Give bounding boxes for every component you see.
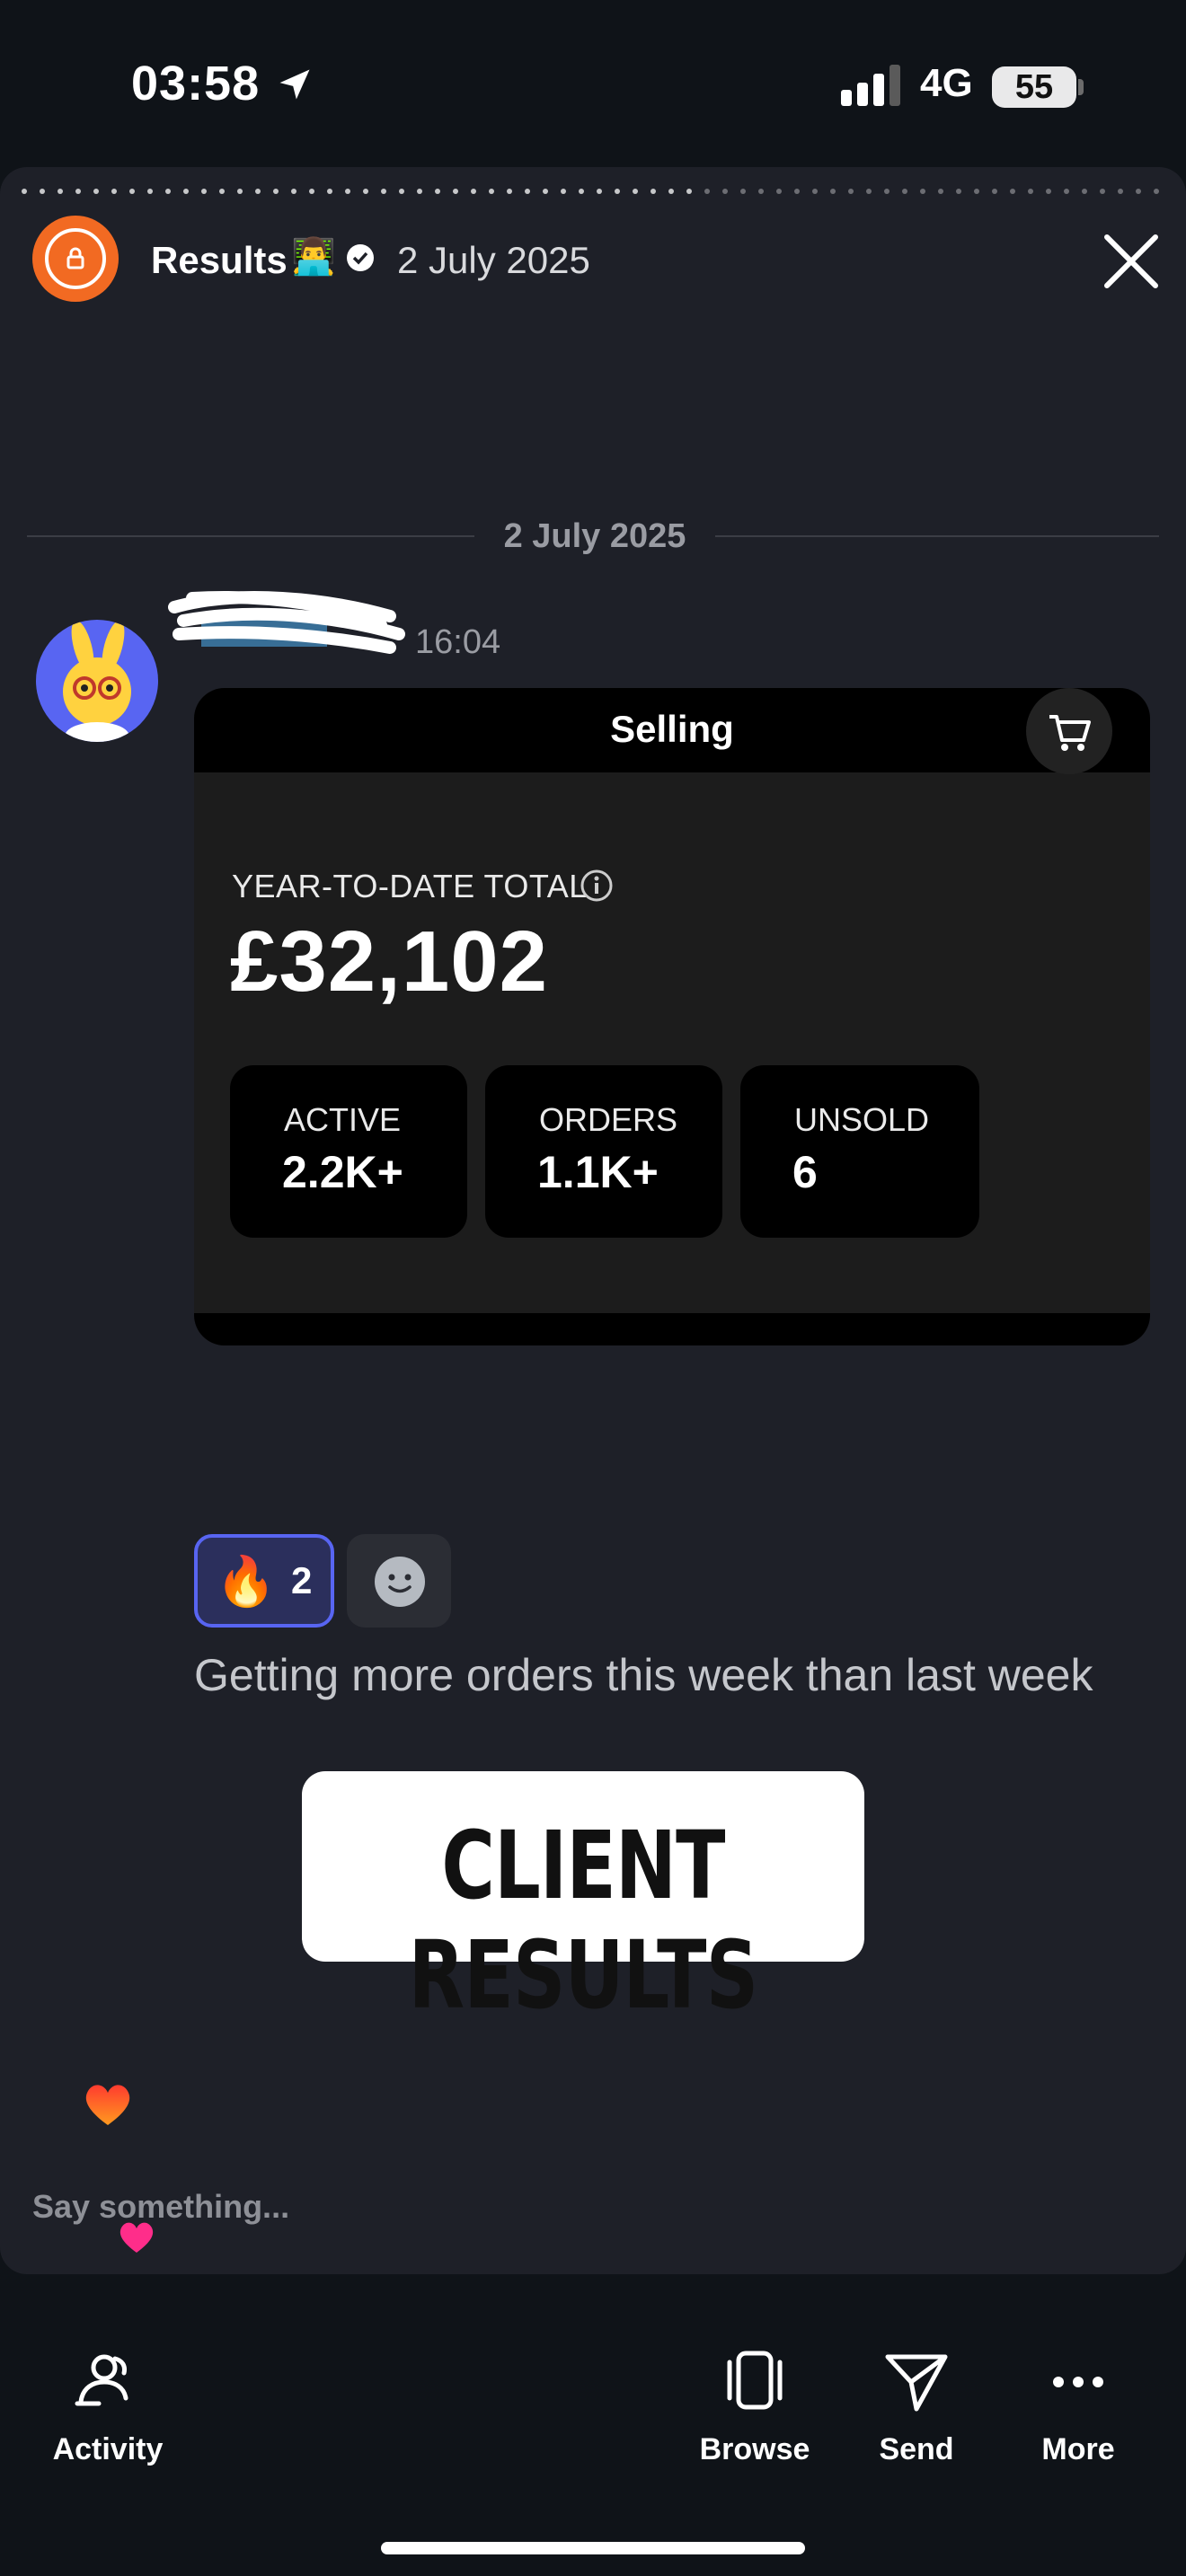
fire-reaction: 🔥 2 (194, 1534, 334, 1628)
battery-nub (1078, 79, 1084, 95)
selling-title: Selling (610, 708, 734, 750)
ytd-total-value: £32,102 (230, 913, 549, 1010)
message-author-avatar (36, 620, 158, 742)
nav-browse[interactable]: Browse (674, 2346, 836, 2490)
battery-level: 55 (1014, 68, 1054, 106)
heart-reaction-icon[interactable] (79, 2075, 137, 2132)
selling-screenshot-card: Selling YEAR-TO-DATE TOTAL £32,102 ACTIV… (194, 688, 1150, 1345)
stat-unsold: UNSOLD 6 (740, 1065, 979, 1238)
selling-footer (194, 1313, 1150, 1345)
reaction-count: 2 (291, 1559, 313, 1601)
stat-label: UNSOLD (794, 1101, 930, 1138)
client-results-text: CLIENT RESULTS (408, 1811, 759, 2030)
cart-button (1026, 688, 1112, 774)
story-content: 2 July 2025 16:04 Selling YEAR-TO-DATE T… (0, 167, 1186, 2274)
stat-value: 1.1K+ (537, 1147, 659, 1197)
browse-icon (727, 2351, 783, 2410)
home-indicator[interactable] (381, 2542, 805, 2554)
divider-line-left (27, 535, 474, 537)
nav-send[interactable]: Send (836, 2346, 997, 2490)
info-icon (580, 869, 613, 902)
status-bar: 03:58 4G 55 (0, 0, 1186, 167)
redacted-username-scribble (168, 591, 405, 654)
nav-activity[interactable]: Activity (27, 2346, 189, 2490)
status-time: 03:58 (131, 57, 261, 110)
nav-send-label: Send (879, 2432, 954, 2466)
battery-icon: 55 (992, 66, 1076, 108)
nav-more-label: More (1041, 2432, 1115, 2466)
divider-line-right (715, 535, 1159, 537)
nav-browse-label: Browse (699, 2432, 810, 2466)
bottom-nav: Activity Browse Send More (0, 2274, 1186, 2576)
stat-label: ORDERS (539, 1101, 678, 1138)
story-viewer[interactable]: Results 👨‍💻 2 July 2025 2 July 2025 (0, 167, 1186, 2274)
location-arrow-icon (279, 69, 310, 100)
more-icon (1053, 2377, 1103, 2387)
nav-activity-label: Activity (52, 2432, 164, 2466)
fire-emoji: 🔥 (216, 1555, 277, 1609)
message-time: 16:04 (415, 623, 501, 661)
stat-value: 6 (792, 1147, 818, 1197)
selling-header: Selling (194, 688, 1150, 774)
smile-icon (375, 1557, 425, 1607)
date-divider-label: 2 July 2025 (503, 517, 686, 555)
floating-heart-icon (119, 2222, 154, 2253)
stat-label: ACTIVE (284, 1101, 402, 1138)
send-icon (885, 2354, 948, 2412)
date-divider: 2 July 2025 (27, 508, 1159, 562)
network-type: 4G (920, 61, 973, 105)
stat-value: 2.2K+ (282, 1147, 403, 1197)
cart-icon (1049, 715, 1091, 751)
ytd-label: YEAR-TO-DATE TOTAL (232, 868, 588, 904)
client-results-sticker[interactable]: CLIENT RESULTS (302, 1771, 864, 2030)
cellular-signal-icon (841, 65, 900, 106)
nav-more[interactable]: More (997, 2346, 1159, 2490)
activity-icon (75, 2354, 128, 2406)
stat-active: ACTIVE 2.2K+ (230, 1065, 467, 1238)
stat-orders: ORDERS 1.1K+ (485, 1065, 722, 1238)
reply-input[interactable]: Say something... (32, 2188, 289, 2226)
message-text: Getting more orders this week than last … (194, 1650, 1093, 1700)
add-reaction (347, 1534, 451, 1628)
